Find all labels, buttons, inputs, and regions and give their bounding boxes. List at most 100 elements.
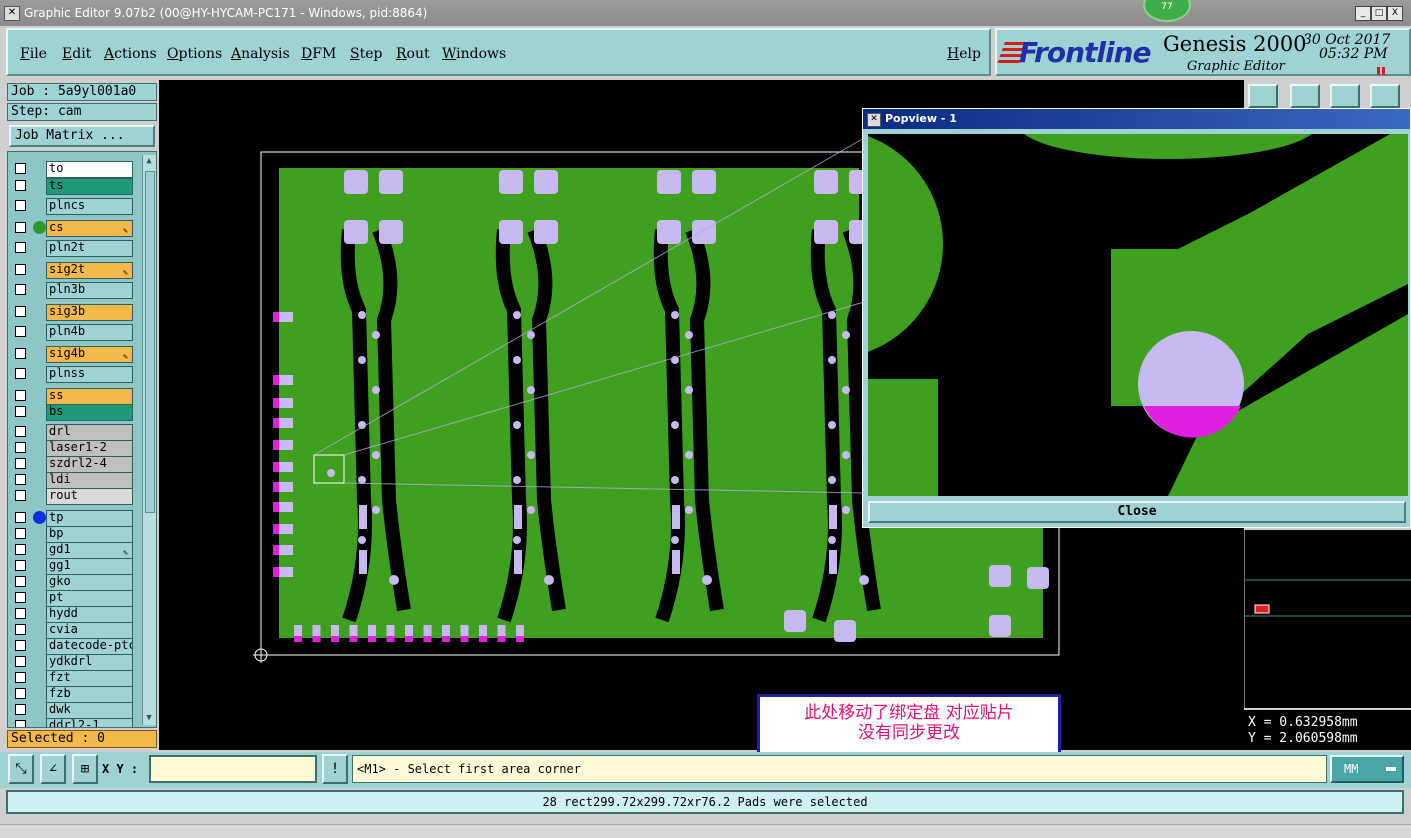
menu-actions[interactable]: Actions bbox=[104, 46, 157, 62]
layer-name[interactable]: szdrl2-4 bbox=[46, 456, 133, 473]
layer-list-scrollbar[interactable]: ▲ ▼ bbox=[142, 155, 156, 725]
layer-row[interactable]: ddrl2-1 bbox=[12, 718, 136, 727]
layer-row[interactable]: dwk bbox=[12, 702, 136, 719]
layer-name[interactable]: pt bbox=[46, 590, 133, 607]
snap-grid-icon[interactable]: ⊞ bbox=[72, 754, 98, 784]
layer-name[interactable]: gg1 bbox=[46, 558, 133, 575]
layer-checkbox[interactable] bbox=[15, 163, 26, 174]
menu-file[interactable]: File bbox=[20, 46, 47, 62]
layer-name[interactable]: ss bbox=[46, 388, 133, 405]
layer-row[interactable]: hydd bbox=[12, 606, 136, 623]
layer-name[interactable]: gko bbox=[46, 574, 133, 591]
exclamation-button[interactable]: ! bbox=[322, 754, 348, 784]
layer-name[interactable]: ddrl2-1 bbox=[46, 718, 133, 727]
layer-name[interactable]: rout bbox=[46, 488, 133, 505]
layer-name[interactable]: datecode-ptc bbox=[46, 638, 133, 655]
layer-name[interactable]: sig4b ✎ bbox=[46, 346, 133, 363]
layer-name[interactable]: bs bbox=[46, 404, 133, 421]
menu-rout[interactable]: Rout bbox=[396, 46, 430, 62]
menu-dfm[interactable]: DFM bbox=[301, 46, 336, 62]
mini-map[interactable] bbox=[1244, 530, 1411, 708]
layer-name[interactable]: fzt bbox=[46, 670, 133, 687]
menu-windows[interactable]: Windows bbox=[442, 46, 506, 62]
menu-help[interactable]: Help bbox=[947, 46, 981, 62]
maximize-button[interactable]: □ bbox=[1371, 6, 1387, 21]
measure-icon[interactable]: ∠ bbox=[40, 754, 66, 784]
popview-title-bar[interactable]: ✕ Popview - 1 bbox=[863, 109, 1410, 129]
layer-row[interactable]: drl bbox=[12, 424, 136, 441]
job-matrix-button[interactable]: Job Matrix ... bbox=[9, 125, 155, 147]
layer-name[interactable]: plncs bbox=[46, 198, 133, 215]
layer-checkbox[interactable] bbox=[15, 200, 26, 211]
layer-row[interactable]: tp bbox=[12, 510, 136, 527]
layer-row[interactable]: gg1 bbox=[12, 558, 136, 575]
layer-row[interactable]: ldi bbox=[12, 472, 136, 489]
layer-name[interactable]: pln3b bbox=[46, 282, 133, 299]
layer-name[interactable]: pln4b bbox=[46, 324, 133, 341]
layer-checkbox[interactable] bbox=[15, 306, 26, 317]
layer-checkbox[interactable] bbox=[15, 348, 26, 359]
layer-name[interactable]: tp bbox=[46, 510, 133, 527]
layer-name[interactable]: fzb bbox=[46, 686, 133, 703]
layer-row[interactable]: gko bbox=[12, 574, 136, 591]
layer-name[interactable]: gd1 ✎ bbox=[46, 542, 133, 559]
layer-checkbox[interactable] bbox=[15, 180, 26, 191]
layer-row[interactable]: fzt bbox=[12, 670, 136, 687]
layer-checkbox[interactable] bbox=[15, 592, 26, 603]
layer-checkbox[interactable] bbox=[15, 656, 26, 667]
layer-row[interactable]: bs bbox=[12, 404, 136, 421]
xy-input[interactable] bbox=[149, 755, 317, 783]
layer-name[interactable]: ldi bbox=[46, 472, 133, 489]
popview-zoom-view[interactable] bbox=[868, 134, 1408, 496]
layer-checkbox[interactable] bbox=[15, 264, 26, 275]
layer-name[interactable]: laser1-2 bbox=[46, 440, 133, 457]
layer-name[interactable]: drl bbox=[46, 424, 133, 441]
layer-name[interactable]: hydd bbox=[46, 606, 133, 623]
layer-name[interactable]: cs ✎ bbox=[46, 220, 133, 237]
layer-name[interactable]: dwk bbox=[46, 702, 133, 719]
minimize-button[interactable]: _ bbox=[1355, 6, 1371, 21]
layer-checkbox[interactable] bbox=[15, 426, 26, 437]
layer-checkbox[interactable] bbox=[15, 640, 26, 651]
layer-checkbox[interactable] bbox=[15, 458, 26, 469]
layer-row[interactable]: cvia bbox=[12, 622, 136, 639]
layer-row[interactable]: sig3b bbox=[12, 304, 136, 321]
layer-checkbox[interactable] bbox=[15, 490, 26, 501]
scroll-up-icon[interactable]: ▲ bbox=[144, 156, 154, 166]
layer-checkbox[interactable] bbox=[15, 406, 26, 417]
layer-row[interactable]: cs ✎ bbox=[12, 220, 136, 237]
layer-row[interactable]: to bbox=[12, 161, 136, 178]
layer-row[interactable]: fzb bbox=[12, 686, 136, 703]
layer-name[interactable]: ts bbox=[46, 178, 133, 195]
layer-checkbox[interactable] bbox=[15, 576, 26, 587]
layer-checkbox[interactable] bbox=[15, 222, 26, 233]
layer-name[interactable]: to bbox=[46, 161, 133, 178]
layer-row[interactable]: gd1 ✎ bbox=[12, 542, 136, 559]
layer-row[interactable]: szdrl2-4 bbox=[12, 456, 136, 473]
layer-row[interactable]: pln3b bbox=[12, 282, 136, 299]
layer-name[interactable]: sig2t ✎ bbox=[46, 262, 133, 279]
close-window-button[interactable]: X bbox=[1387, 6, 1403, 21]
menu-edit[interactable]: Edit bbox=[62, 46, 91, 62]
layer-name[interactable]: cvia bbox=[46, 622, 133, 639]
layer-checkbox[interactable] bbox=[15, 720, 26, 727]
layer-checkbox[interactable] bbox=[15, 560, 26, 571]
layer-row[interactable]: plnss bbox=[12, 366, 136, 383]
units-dropdown[interactable]: MM bbox=[1330, 755, 1404, 783]
layer-checkbox[interactable] bbox=[15, 368, 26, 379]
layer-row[interactable]: sig2t ✎ bbox=[12, 262, 136, 279]
layer-row[interactable]: rout bbox=[12, 488, 136, 505]
layer-checkbox[interactable] bbox=[15, 624, 26, 635]
layer-checkbox[interactable] bbox=[15, 474, 26, 485]
layer-checkbox[interactable] bbox=[15, 528, 26, 539]
layer-checkbox[interactable] bbox=[15, 544, 26, 555]
layer-checkbox[interactable] bbox=[15, 672, 26, 683]
layer-checkbox[interactable] bbox=[15, 390, 26, 401]
menu-step[interactable]: Step bbox=[350, 46, 382, 62]
menu-analysis[interactable]: Analysis bbox=[231, 46, 290, 62]
layer-name[interactable]: ydkdrl bbox=[46, 654, 133, 671]
layer-row[interactable]: pln4b bbox=[12, 324, 136, 341]
layer-row[interactable]: ss bbox=[12, 388, 136, 405]
layer-checkbox[interactable] bbox=[15, 512, 26, 523]
toolbar-window-icon[interactable] bbox=[1290, 84, 1320, 108]
